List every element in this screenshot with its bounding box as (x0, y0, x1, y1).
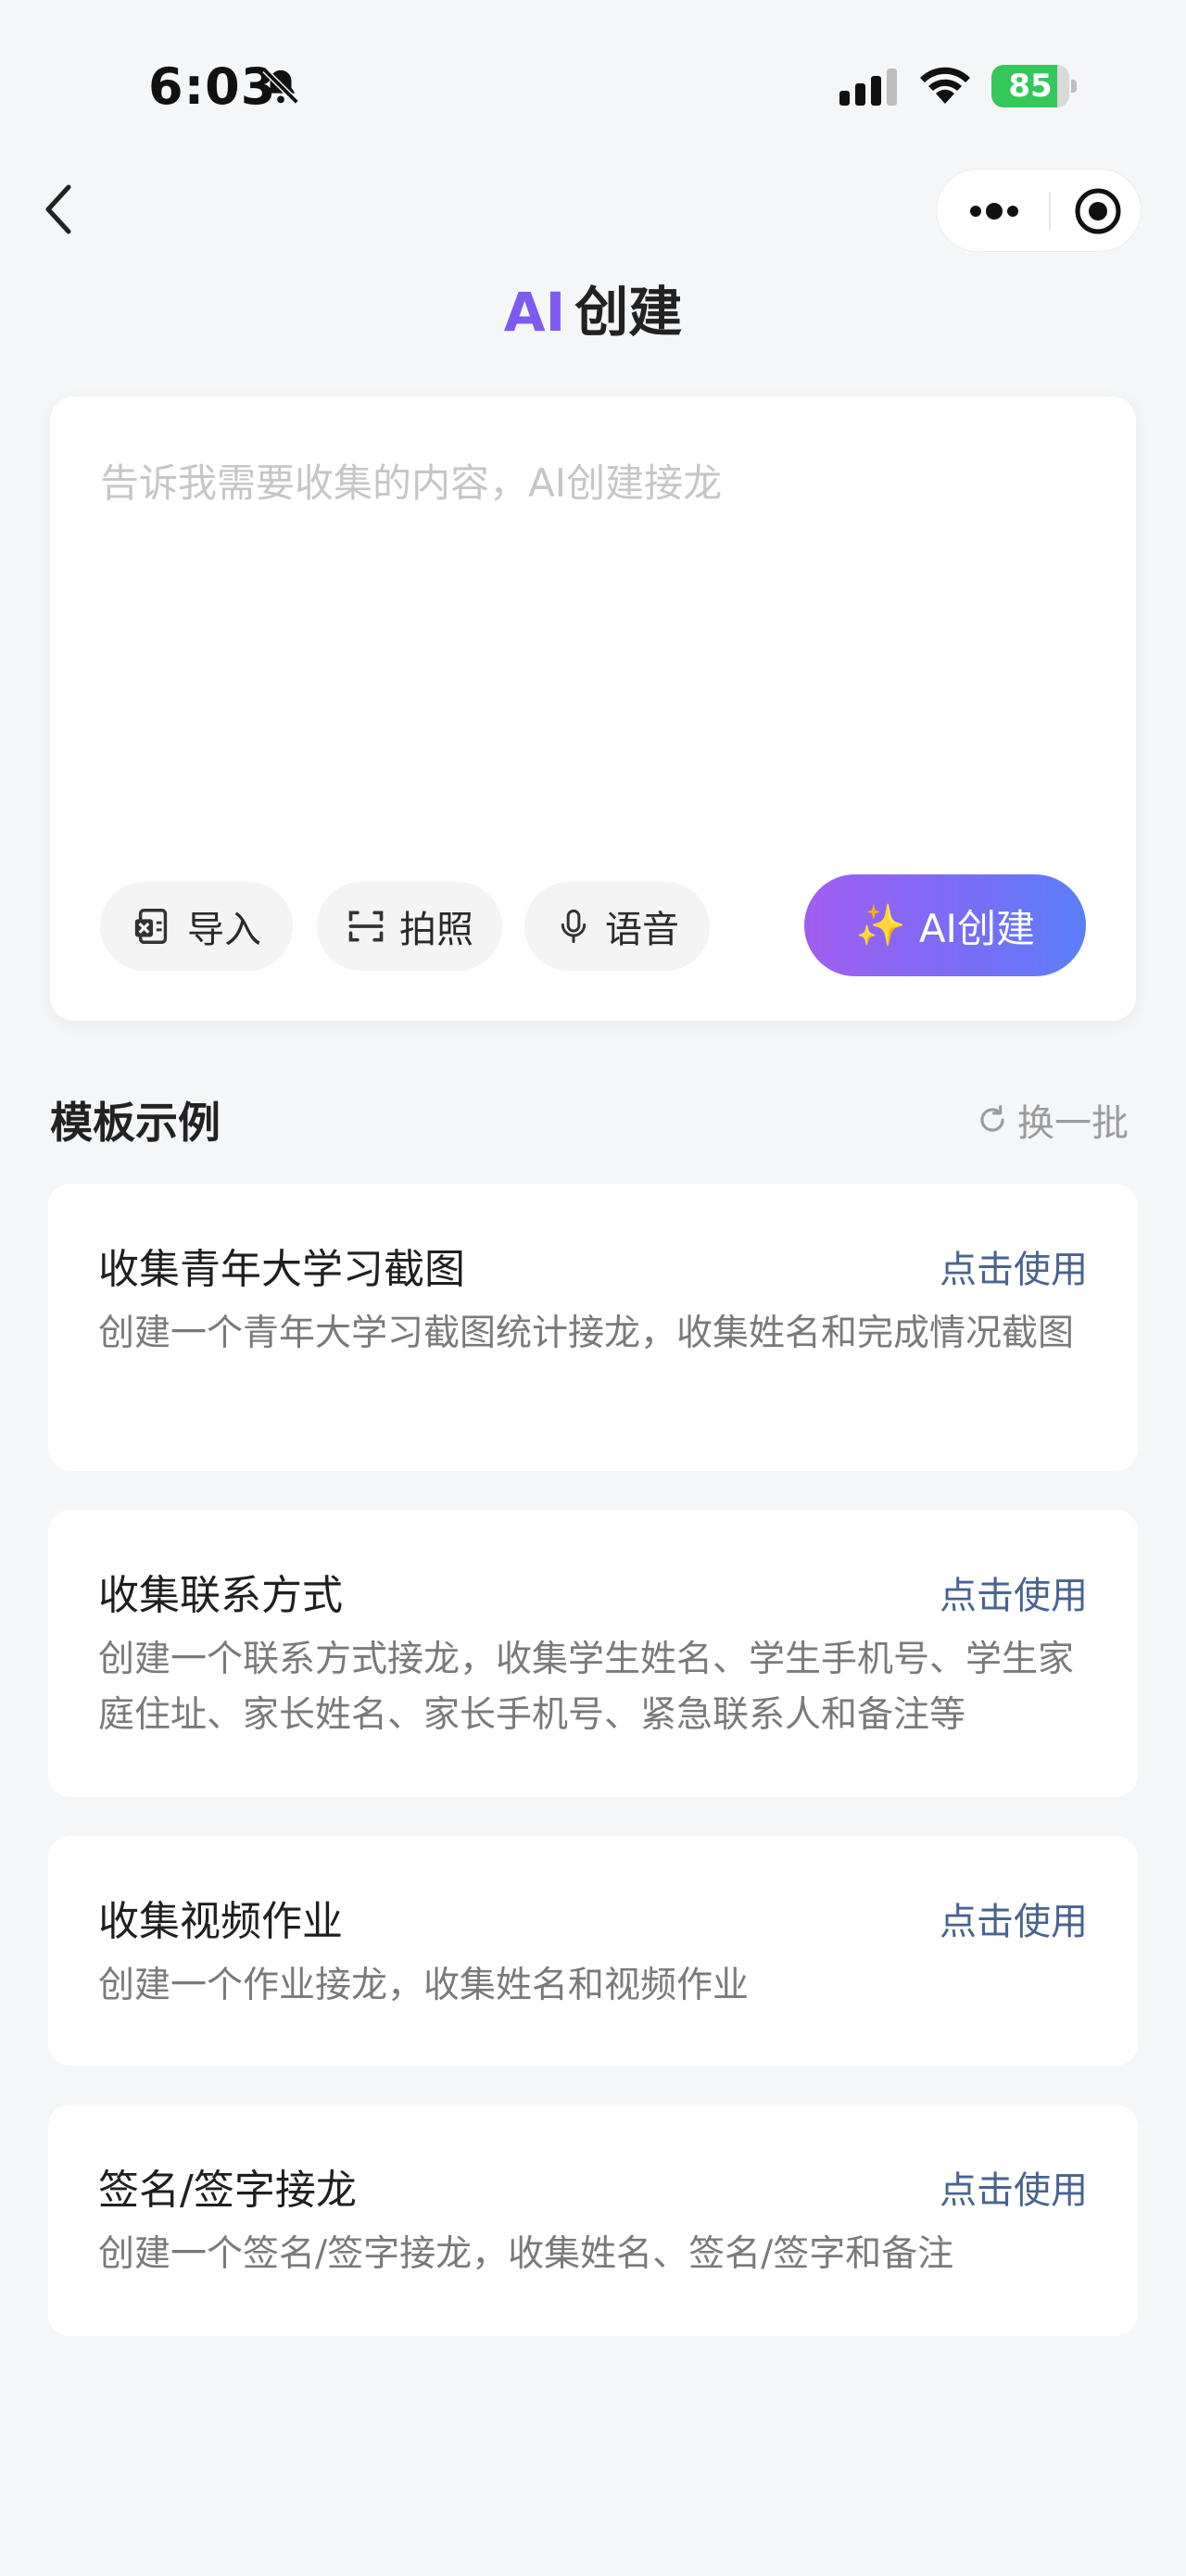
use-template-link[interactable]: 点击使用 (940, 1891, 1088, 1945)
import-file-icon (134, 909, 168, 944)
more-icon[interactable] (937, 170, 1048, 253)
refresh-icon (980, 1105, 1004, 1132)
import-button[interactable]: 导入 (100, 882, 293, 971)
microphone-icon (561, 909, 587, 944)
template-description: 创建一个签名/签字接龙，收集姓名、签名/签字和备注 (98, 2233, 954, 2275)
template-card[interactable]: 收集青年大学习截图 点击使用 创建一个青年大学习截图统计接龙，收集姓名和完成情况… (48, 1184, 1138, 1471)
close-target-icon[interactable] (1057, 170, 1142, 253)
template-title: 收集联系方式 (98, 1572, 343, 1619)
use-template-link[interactable]: 点击使用 (940, 2160, 1088, 2214)
battery-percent: 85 (1008, 68, 1053, 105)
template-description: 创建一个作业接龙，收集姓名和视频作业 (98, 1965, 750, 2006)
status-time: 6:03 (148, 57, 277, 116)
back-arrow-icon[interactable] (37, 182, 83, 237)
use-template-link[interactable]: 点击使用 (940, 1239, 1088, 1293)
status-bar: 6:03 85 (0, 0, 1186, 139)
use-template-link[interactable]: 点击使用 (940, 1565, 1088, 1619)
page-title-ai: AI (503, 281, 566, 344)
template-description: 创建一个青年大学习截图统计接龙，收集姓名和完成情况截图 (98, 1313, 1075, 1354)
photo-button[interactable]: 拍照 (317, 882, 502, 971)
ai-input-card: 导入 拍照 语音 ✨ AI创建 (50, 396, 1136, 1021)
scan-icon (348, 911, 384, 942)
ai-create-button[interactable]: ✨ AI创建 (804, 874, 1086, 976)
sparkles-icon: ✨ (855, 902, 906, 949)
voice-button[interactable]: 语音 (524, 882, 710, 971)
page-title: AI 创建 (0, 269, 1186, 346)
battery-indicator: 85 (991, 65, 1077, 107)
voice-label: 语音 (605, 909, 679, 951)
template-card[interactable]: 签名/签字接龙 点击使用 创建一个签名/签字接龙，收集姓名、签名/签字和备注 (48, 2105, 1138, 2336)
bell-muted-icon (262, 68, 299, 105)
template-title: 收集青年大学习截图 (98, 1246, 465, 1293)
page-title-text: 创建 (574, 281, 683, 344)
photo-label: 拍照 (399, 909, 473, 951)
cellular-signal-icon (839, 69, 897, 106)
import-label: 导入 (187, 909, 261, 951)
refresh-button[interactable]: 换一批 (975, 1093, 1129, 1147)
template-title: 收集视频作业 (98, 1898, 343, 1945)
miniprogram-capsule (936, 169, 1142, 252)
section-title: 模板示例 (50, 1098, 221, 1148)
template-card[interactable]: 收集视频作业 点击使用 创建一个作业接龙，收集姓名和视频作业 (48, 1836, 1138, 2066)
template-title: 签名/签字接龙 (98, 2167, 357, 2214)
wifi-icon (920, 67, 970, 104)
ai-create-label: AI创建 (918, 905, 1035, 951)
template-card[interactable]: 收集联系方式 点击使用 创建一个联系方式接龙，收集学生姓名、学生手机号、学生家庭… (48, 1510, 1138, 1797)
template-description: 创建一个联系方式接龙，收集学生姓名、学生手机号、学生家庭住址、家长姓名、家长手机… (98, 1639, 1075, 1736)
prompt-input[interactable] (100, 452, 1082, 758)
refresh-label: 换一批 (1017, 1102, 1129, 1145)
